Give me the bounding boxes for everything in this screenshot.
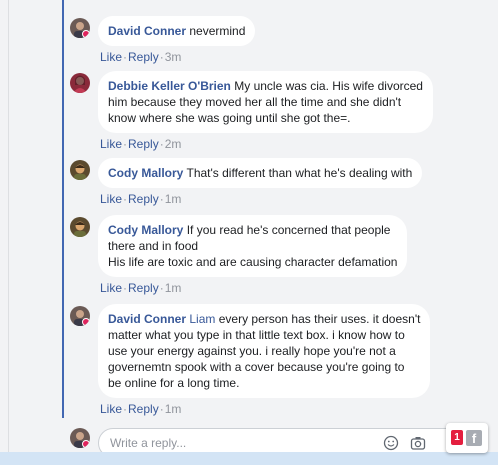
camera-icon[interactable] [410,435,426,451]
like-button[interactable]: Like [100,192,122,206]
comment-text-line: know where she was going until she got t… [108,111,351,125]
reply-thread-line [62,0,64,418]
like-button[interactable]: Like [100,137,122,151]
bottom-bar [0,452,498,465]
comment-actions: Like·Reply·1m [100,402,182,416]
emoji-icon[interactable] [383,435,399,451]
comment-timestamp[interactable]: 1m [165,192,182,206]
comment-bubble: David Conner Liam every person has their… [98,304,431,398]
comment-bubble: Cody Mallory That's different than what … [98,158,423,188]
comment-author[interactable]: Cody Mallory [108,223,183,237]
comment-actions: Like·Reply·3m [100,50,182,64]
comment-item: David Conner nevermind Like·Reply·3m [70,16,256,65]
comment-bubble: David Conner nevermind [98,16,256,46]
like-button[interactable]: Like [100,402,122,416]
comment-bubble: Cody Mallory If you read he's concerned … [98,215,408,277]
page-left-border [8,0,9,465]
comment-author[interactable]: Cody Mallory [108,166,183,180]
comment-timestamp[interactable]: 2m [165,137,182,151]
comment-text-line: governemtn spook with a cover because yo… [108,360,405,374]
comment-text: That's different than what he's dealing … [186,166,413,180]
avatar[interactable] [70,73,90,93]
notification-count-badge: 1 [451,430,463,445]
comment-text-line: there and in food [108,239,199,253]
comment-text-line: every person has their uses. it doesn't [218,312,421,326]
comment-timestamp[interactable]: 1m [165,402,182,416]
comment-text-line: be online for a long time. [108,376,240,390]
comment-text: nevermind [189,24,246,38]
comment-author[interactable]: David Conner [108,312,186,326]
comment-bubble: Debbie Keller O'Brien My uncle was cia. … [98,71,433,133]
comment-text-line: him because they moved her all the time … [108,95,402,109]
reply-button[interactable]: Reply [128,402,159,416]
avatar[interactable] [70,217,90,237]
reply-placeholder: Write a reply... [110,436,187,450]
comment-author[interactable]: David Conner [108,24,186,38]
avatar[interactable] [70,18,90,38]
comment-timestamp[interactable]: 3m [165,50,182,64]
comment-actions: Like·Reply·1m [100,192,182,206]
like-button[interactable]: Like [100,50,122,64]
comment-text-line: My uncle was cia. His wife divorced [234,79,423,93]
comment-actions: Like·Reply·1m [100,281,182,295]
comment-actions: Like·Reply·2m [100,137,182,151]
reply-composer-avatar-row [70,428,90,448]
mention-link[interactable]: Liam [189,312,215,326]
comment-author[interactable]: Debbie Keller O'Brien [108,79,231,93]
avatar [70,428,90,448]
facebook-logo-icon: f [466,430,482,446]
reply-button[interactable]: Reply [128,50,159,64]
reply-button[interactable]: Reply [128,192,159,206]
comment-text-line: His life are toxic and are causing chara… [108,255,398,269]
comment-text-line: If you read he's concerned that people [186,223,391,237]
reply-button[interactable]: Reply [128,137,159,151]
comment-timestamp[interactable]: 1m [165,281,182,295]
comment-item: Cody Mallory That's different than what … [70,158,423,207]
comment-text-line: matter what you type in that little text… [108,328,405,342]
like-button[interactable]: Like [100,281,122,295]
reply-button[interactable]: Reply [128,281,159,295]
notification-widget[interactable]: 1 f [446,423,488,453]
comment-text-line: use your energy against you. i really ho… [108,344,396,358]
avatar[interactable] [70,306,90,326]
comment-item: Cody Mallory If you read he's concerned … [70,215,408,296]
avatar[interactable] [70,160,90,180]
comment-item: Debbie Keller O'Brien My uncle was cia. … [70,71,433,152]
comment-item: David Conner Liam every person has their… [70,304,431,417]
